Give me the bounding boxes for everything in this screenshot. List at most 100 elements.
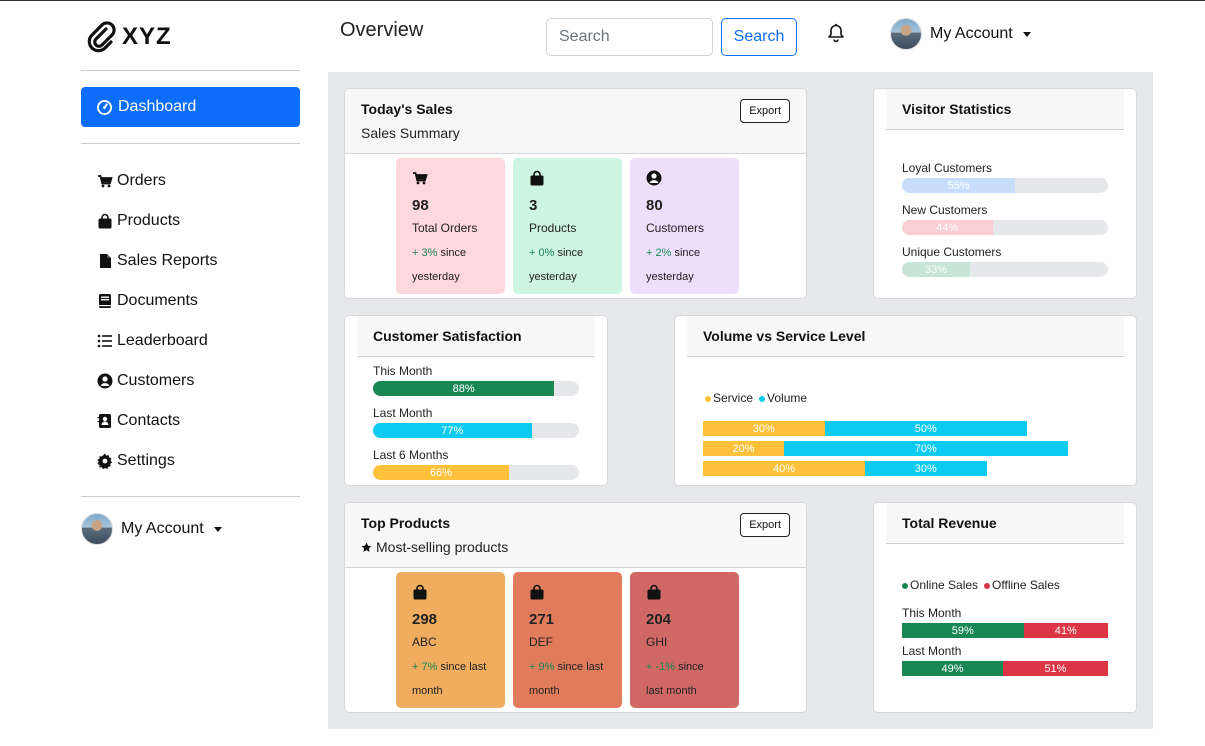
volume-segment: 70% (784, 441, 1068, 456)
sidebar-item-label: Settings (117, 452, 175, 469)
sidebar-item-label: Documents (117, 292, 198, 309)
progress-bar: 77% (373, 423, 532, 438)
tile-value: 204 (646, 611, 672, 628)
paperclip-icon (87, 21, 116, 53)
sidebar-item-customers[interactable]: Customers (97, 361, 218, 401)
offline-segment: 51% (1002, 661, 1108, 676)
sidebar-item-documents[interactable]: Documents (97, 281, 218, 321)
legend-label: Offline Sales (992, 578, 1060, 592)
progress-bar: 44% (902, 220, 993, 235)
bell-icon[interactable] (826, 23, 846, 43)
star-icon (361, 542, 372, 552)
progress-bar: 66% (373, 465, 509, 480)
bar-label: Last 6 Months (373, 448, 449, 462)
bag-icon (530, 170, 544, 186)
tile-trend: + 3% since yesterday (412, 241, 489, 289)
product-tiles: 298 ABC + 7% since last month 271 DEF + … (396, 572, 739, 708)
bar-label: This Month (373, 364, 433, 378)
legend-dot (759, 395, 766, 402)
visitor-row: Loyal Customers 55% (902, 161, 1108, 193)
revenue-row: Last Month 49% 51% (902, 644, 1108, 676)
legend-dot (705, 395, 711, 402)
revenue-row: This Month 59% 41% (902, 606, 1108, 638)
visitor-row: New Customers 44% (902, 203, 1108, 235)
brand-name: XYZ (122, 23, 172, 50)
brand-logo[interactable]: XYZ (86, 21, 172, 53)
sidebar-item-sales-reports[interactable]: Sales Reports (97, 241, 218, 281)
progress-bar: 55% (902, 178, 1016, 193)
bag-icon (530, 584, 544, 600)
sidebar-item-label: Customers (117, 372, 195, 389)
service-segment: 40% (703, 461, 865, 476)
customer-satisfaction-card: Customer Satisfaction This Month 88% Las… (344, 315, 608, 486)
sidebar-item-settings[interactable]: Settings (97, 441, 218, 481)
legend-item: Online Sales (902, 578, 978, 592)
avatar (81, 513, 113, 545)
satisfaction-bars: This Month 88% Last Month 77% Last 6 Mon… (373, 364, 579, 480)
product-tile: 271 DEF + 9% since last month (513, 572, 622, 708)
product-tile: 204 GHI + -1% since last month (630, 572, 739, 708)
sidebar-item-leaderboard[interactable]: Leaderboard (97, 321, 218, 361)
tile-trend: + 7% since last month (412, 655, 489, 703)
sidebar-item-products[interactable]: Products (97, 201, 218, 241)
stat-tile: 3 Products + 0% since yesterday (513, 158, 622, 294)
sidebar-account-dropdown[interactable]: My Account (81, 513, 222, 545)
export-button[interactable]: Export (740, 513, 790, 537)
sidebar-divider (81, 143, 300, 144)
search-input[interactable] (546, 18, 713, 56)
service-segment: 20% (703, 441, 784, 456)
account-label: My Account (121, 520, 204, 537)
sidebar-item-label: Dashboard (118, 98, 197, 115)
sidebar-item-label: Contacts (117, 412, 181, 429)
sidebar-divider (81, 70, 300, 71)
visitor-statistics-card: Visitor Statistics Loyal Customers 55% N… (873, 88, 1137, 299)
tile-label: ABC (412, 635, 437, 649)
card-subtitle: Sales Summary (361, 125, 460, 141)
sidebar-nav: Orders Products Sales Reports Documents … (97, 161, 218, 481)
stat-tile: 80 Customers + 2% since yesterday (630, 158, 739, 294)
sidebar-divider (81, 496, 300, 497)
tile-value: 98 (412, 197, 429, 214)
tile-label: Total Orders (412, 221, 478, 235)
tile-value: 80 (646, 197, 663, 214)
satisfaction-row: This Month 88% (373, 364, 579, 396)
tile-value: 3 (529, 197, 538, 214)
bar-label: Loyal Customers (902, 161, 993, 175)
cart-icon (413, 172, 428, 185)
legend-item: Volume (759, 391, 807, 405)
progress-bar: 33% (902, 262, 970, 277)
search-button[interactable]: Search (721, 18, 797, 56)
sidebar-item-label: Products (117, 212, 181, 229)
chart-legend: Service Volume (705, 391, 807, 405)
online-segment: 49% (902, 661, 1003, 676)
revenue-bars: This Month 59% 41% Last Month 49% 51% (902, 606, 1108, 682)
card-title: Customer Satisfaction (357, 316, 595, 357)
sidebar-item-dashboard[interactable]: Dashboard (81, 87, 300, 127)
card-subtitle: Most-selling products (361, 539, 790, 555)
offline-segment: 41% (1023, 623, 1108, 638)
bar-label: Unique Customers (902, 245, 1002, 259)
bag-icon (647, 584, 661, 600)
online-segment: 59% (902, 623, 1024, 638)
trend-change: + 0% (529, 247, 555, 259)
legend-item: Offline Sales (984, 578, 1060, 592)
card-title: Today's Sales (361, 101, 453, 117)
sidebar-item-orders[interactable]: Orders (97, 161, 218, 201)
tile-value: 271 (529, 611, 555, 628)
bar-label: Last Month (373, 406, 433, 420)
account-label: My Account (930, 25, 1013, 42)
tile-label: GHI (646, 635, 668, 649)
header-account-dropdown[interactable]: My Account (890, 18, 1031, 50)
volume-service-card: Volume vs Service Level Service Volume 3… (674, 315, 1137, 486)
sales-tiles: 98 Total Orders + 3% since yesterday 3 P… (396, 158, 739, 294)
stacked-bars: 30% 50% 20% 70% 40% 30% (703, 421, 1108, 481)
subtitle-text: Most-selling products (376, 539, 509, 555)
export-button[interactable]: Export (740, 99, 790, 123)
file-icon (100, 254, 111, 268)
bar-label: Last Month (902, 644, 962, 658)
sidebar-item-contacts[interactable]: Contacts (97, 401, 218, 441)
card-title: Top Products (361, 515, 451, 531)
satisfaction-row: Last 6 Months 66% (373, 448, 579, 480)
person-circle-icon (97, 373, 113, 389)
dashboard-icon (97, 99, 112, 115)
